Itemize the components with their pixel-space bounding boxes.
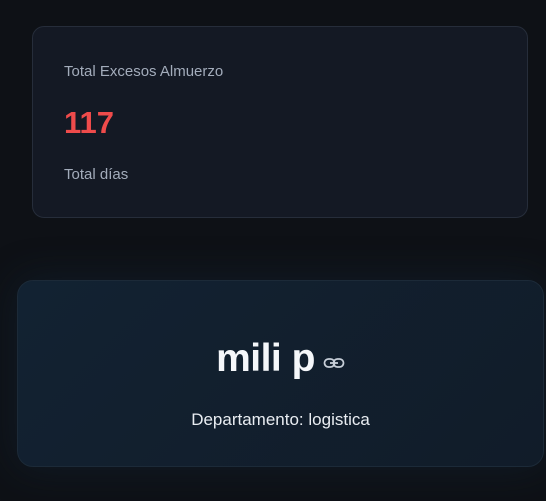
metric-sublabel: Total días <box>64 166 129 183</box>
link-icon[interactable] <box>323 356 345 370</box>
profile-card: mili p Departamento: logistica <box>17 280 544 467</box>
profile-name-row: mili p <box>18 337 543 381</box>
profile-department: Departamento: logistica <box>191 410 370 429</box>
profile-name: mili p <box>216 337 315 380</box>
metric-value: 117 <box>64 105 115 140</box>
metric-card: Total Excesos Almuerzo 117 Total días <box>32 26 528 218</box>
metric-label: Total Excesos Almuerzo <box>64 63 224 80</box>
